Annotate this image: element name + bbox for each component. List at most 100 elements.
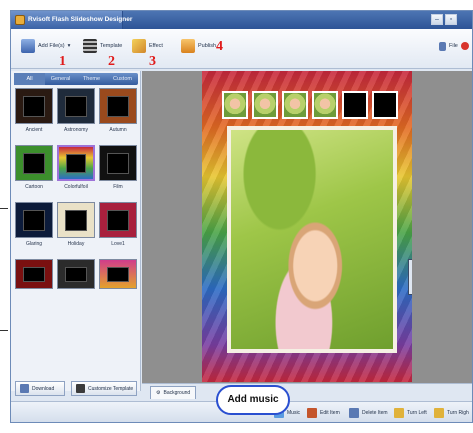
- edit-item-button[interactable]: Edit Item: [307, 408, 340, 418]
- window-title: Rvisoft Flash Slideshow Designer: [28, 16, 133, 23]
- minimize-button[interactable]: ‒: [431, 14, 443, 25]
- theme-ancient[interactable]: Ancient: [15, 88, 53, 133]
- theme-item[interactable]: [15, 259, 53, 289]
- theme-thumbnail: [99, 145, 137, 181]
- template-button[interactable]: Template: [83, 38, 122, 54]
- title-tab: Rvisoft Flash Slideshow Designer: [11, 11, 132, 29]
- theme-autumn[interactable]: Autumn: [99, 88, 137, 133]
- theme-label: Cartoon: [25, 184, 43, 190]
- gear-icon: ⚙: [156, 390, 161, 396]
- timeline-bar: ⚙ Background: [142, 383, 472, 400]
- theme-thumbnail: [57, 202, 95, 238]
- theme-colorfulfoil[interactable]: Colorfulfoil: [57, 145, 95, 190]
- music-label: Music: [287, 410, 301, 416]
- thumbnail-strip: [222, 91, 398, 119]
- theme-thumbnail: [15, 88, 53, 124]
- theme-thumbnail: [15, 259, 53, 289]
- effect-label: Effect: [149, 43, 163, 49]
- theme-thumbnail: [57, 259, 95, 289]
- publish-button[interactable]: Publish: [181, 38, 216, 54]
- theme-label: Film: [113, 184, 123, 190]
- file-label: File: [449, 43, 458, 49]
- slideshow-preview[interactable]: [202, 71, 412, 382]
- callout-text: Add music: [227, 394, 279, 405]
- template-icon: [83, 39, 97, 53]
- theme-thumbnail: [99, 259, 137, 289]
- tab-custom[interactable]: Custom: [107, 73, 138, 85]
- photo-thumbnail[interactable]: [312, 91, 338, 119]
- theme-label: Colorfulfoil: [64, 184, 88, 190]
- theme-label: Holiday: [67, 241, 85, 247]
- publish-icon: [181, 39, 195, 53]
- tab-theme[interactable]: Theme: [76, 73, 107, 85]
- photo-thumbnail[interactable]: [222, 91, 248, 119]
- margin-dash-top: [0, 208, 8, 209]
- chevron-down-icon[interactable]: ▾: [68, 43, 71, 49]
- theme-label: Astronomy: [64, 127, 88, 133]
- main-photo: [227, 126, 397, 353]
- theme-item[interactable]: [99, 259, 137, 289]
- template-label: Template: [100, 43, 123, 49]
- step-number-2: 2: [108, 54, 115, 69]
- app-window: Rvisoft Flash Slideshow Designer ‒ ▫ Add…: [10, 10, 473, 423]
- theme-cartoon[interactable]: Cartoon: [15, 145, 53, 190]
- theme-thumbnail: [57, 145, 95, 181]
- app-logo-icon: [15, 15, 25, 25]
- customize-template-button[interactable]: Customize Template: [71, 381, 137, 396]
- preview-stage: [142, 71, 472, 383]
- publish-label: Publish: [198, 43, 217, 49]
- step-number-4: 4: [216, 39, 223, 54]
- turn-right-button[interactable]: Turn Righ: [434, 408, 469, 418]
- theme-thumbnail: [15, 145, 53, 181]
- tab-general[interactable]: General: [45, 73, 76, 85]
- theme-love1[interactable]: Love1: [99, 202, 137, 247]
- customize-template-label: Customize Template: [88, 385, 134, 392]
- theme-label: Love1: [111, 241, 125, 247]
- theme-thumbnail: [99, 88, 137, 124]
- delete-item-button[interactable]: Delete Item: [349, 408, 388, 418]
- turn-right-label: Turn Righ: [447, 410, 469, 416]
- edit-item-icon: [307, 408, 317, 418]
- theme-label: Ancient: [25, 127, 43, 133]
- edit-item-label: Edit Item: [320, 410, 340, 416]
- maximize-button[interactable]: ▫: [445, 14, 457, 25]
- step-number-3: 3: [149, 54, 156, 69]
- turn-right-icon: [434, 408, 444, 418]
- customize-template-icon: [76, 384, 85, 393]
- help-icon[interactable]: [460, 42, 469, 50]
- photo-thumbnail[interactable]: [282, 91, 308, 119]
- template-tabs: All General Theme Custom: [14, 73, 138, 85]
- download-icon: [20, 384, 29, 393]
- theme-thumbnail: [57, 88, 95, 124]
- effect-icon: [132, 39, 146, 53]
- empty-thumbnail[interactable]: [342, 91, 368, 119]
- preview-scroll-handle[interactable]: [408, 259, 412, 295]
- theme-film[interactable]: Film: [99, 145, 137, 190]
- delete-item-label: Delete Item: [362, 410, 388, 416]
- theme-glaring[interactable]: Glaring: [15, 202, 53, 247]
- step-number-1: 1: [59, 54, 66, 69]
- add-files-button[interactable]: Add File(s) ▾: [21, 38, 70, 54]
- empty-thumbnail[interactable]: [372, 91, 398, 119]
- effect-button[interactable]: Effect: [132, 38, 163, 54]
- add-files-icon: [21, 39, 35, 53]
- download-label: Download: [32, 385, 55, 392]
- theme-astronomy[interactable]: Astronomy: [57, 88, 95, 133]
- theme-thumbnail: [15, 202, 53, 238]
- tab-all[interactable]: All: [14, 73, 45, 85]
- turn-left-label: Turn Left: [407, 410, 427, 416]
- download-button[interactable]: Download: [15, 381, 65, 396]
- title-bar: Rvisoft Flash Slideshow Designer ‒ ▫: [11, 11, 472, 29]
- margin-dash-bottom: [0, 330, 8, 331]
- photo-thumbnail[interactable]: [252, 91, 278, 119]
- turn-left-button[interactable]: Turn Left: [394, 408, 427, 418]
- file-menu-button[interactable]: File: [439, 38, 469, 54]
- turn-left-icon: [394, 408, 404, 418]
- theme-item[interactable]: [57, 259, 95, 289]
- theme-label: Autumn: [109, 127, 127, 133]
- delete-item-icon: [349, 408, 359, 418]
- background-tab[interactable]: ⚙ Background: [150, 386, 197, 399]
- theme-holiday[interactable]: Holiday: [57, 202, 95, 247]
- theme-thumbnail: [99, 202, 137, 238]
- add-music-callout: Add music: [216, 385, 290, 415]
